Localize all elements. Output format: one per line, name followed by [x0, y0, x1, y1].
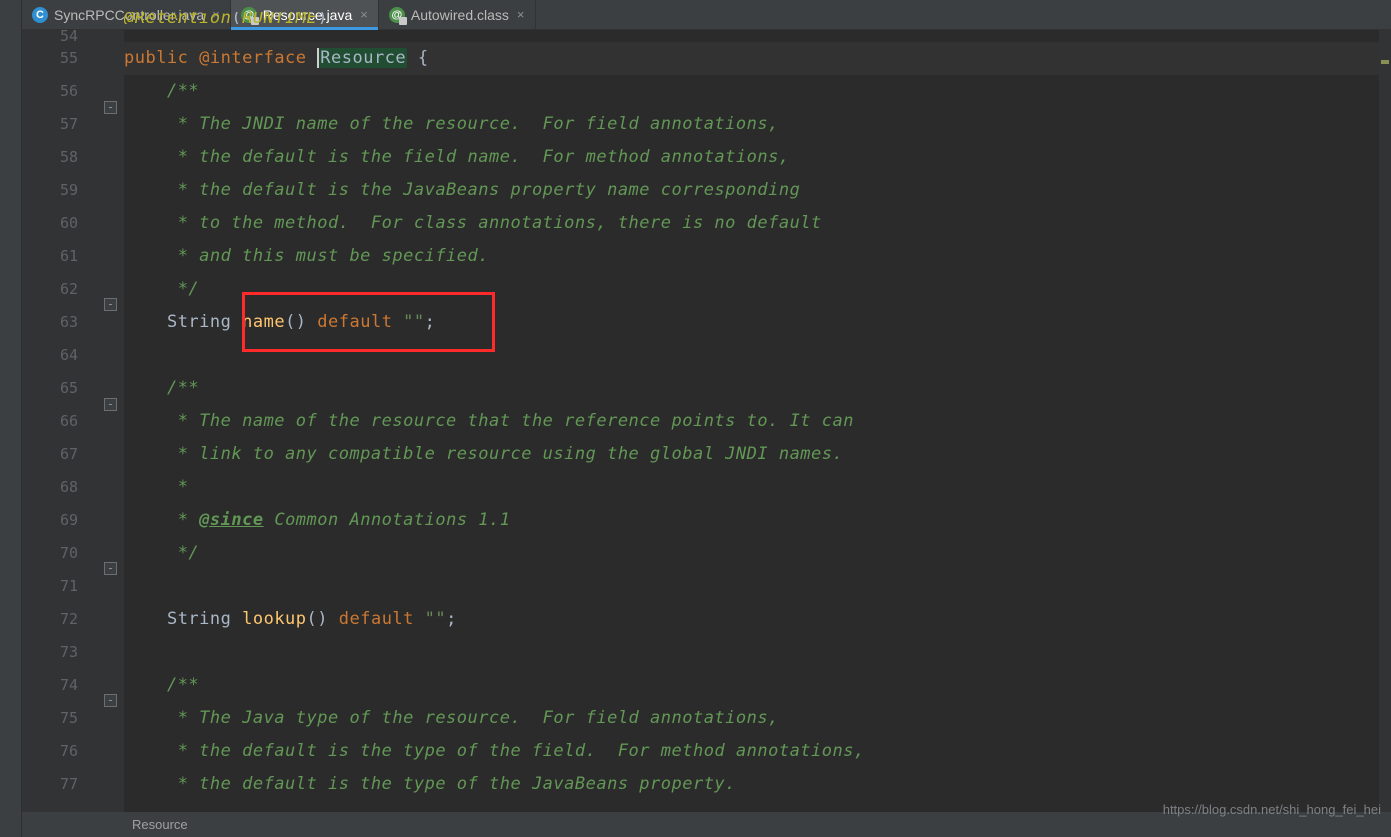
line-number-gutter[interactable]: 54 55 56 57 58 59 60 61 62 63 64 65 66 6…: [22, 30, 100, 812]
code-line: * link to any compatible resource using …: [124, 438, 1391, 471]
code-line: * The name of the resource that the refe…: [124, 405, 1391, 438]
line-number: 72: [22, 603, 78, 636]
fold-toggle-icon[interactable]: −: [104, 562, 117, 575]
code-line: * the default is the field name. For met…: [124, 141, 1391, 174]
code-area[interactable]: @Retention(RUNTIME) public @interface Re…: [124, 30, 1391, 812]
line-number: 74: [22, 669, 78, 702]
line-number: 59: [22, 174, 78, 207]
code-line: [124, 570, 1391, 603]
code-line: [124, 636, 1391, 669]
line-number: 73: [22, 636, 78, 669]
line-number: 56: [22, 75, 78, 108]
line-number: 65: [22, 372, 78, 405]
code-line: * to the method. For class annotations, …: [124, 207, 1391, 240]
line-number: 76: [22, 735, 78, 768]
code-line: * The Java type of the resource. For fie…: [124, 702, 1391, 735]
code-line: @Retention(RUNTIME): [124, 12, 1391, 24]
fold-toggle-icon[interactable]: −: [104, 694, 117, 707]
highlight-box: [242, 292, 495, 352]
line-number: 60: [22, 207, 78, 240]
watermark-text: https://blog.csdn.net/shi_hong_fei_hei: [1163, 802, 1381, 817]
code-line: /**: [124, 372, 1391, 405]
tool-window-strip[interactable]: [0, 0, 22, 837]
code-line: *: [124, 471, 1391, 504]
code-line: */: [124, 537, 1391, 570]
breadcrumb-item[interactable]: Resource: [132, 817, 188, 832]
code-line: * the default is the JavaBeans property …: [124, 174, 1391, 207]
code-line: public @interface Resource {: [124, 42, 1391, 75]
line-number: 57: [22, 108, 78, 141]
line-number: 67: [22, 438, 78, 471]
line-number: 69: [22, 504, 78, 537]
fold-gutter[interactable]: − − − − −: [100, 30, 124, 812]
line-number: 54: [22, 30, 78, 42]
line-number: 68: [22, 471, 78, 504]
fold-toggle-icon[interactable]: −: [104, 101, 117, 114]
line-number: 70: [22, 537, 78, 570]
line-number: 75: [22, 702, 78, 735]
tool-window-button[interactable]: [2, 220, 20, 270]
code-line: String lookup() default "";: [124, 603, 1391, 636]
code-line: /**: [124, 75, 1391, 108]
code-editor[interactable]: 54 55 56 57 58 59 60 61 62 63 64 65 66 6…: [22, 30, 1391, 812]
error-stripe[interactable]: [1379, 30, 1391, 812]
code-line: * and this must be specified.: [124, 240, 1391, 273]
line-number: 55: [22, 42, 78, 75]
line-number: 58: [22, 141, 78, 174]
fold-toggle-icon[interactable]: −: [104, 398, 117, 411]
line-number: 61: [22, 240, 78, 273]
warning-marker[interactable]: [1381, 60, 1389, 64]
fold-toggle-icon[interactable]: −: [104, 298, 117, 311]
code-line: * the default is the type of the field. …: [124, 735, 1391, 768]
code-line: * The JNDI name of the resource. For fie…: [124, 108, 1391, 141]
class-icon: C: [32, 7, 48, 23]
line-number: 71: [22, 570, 78, 603]
code-line: * @since Common Annotations 1.1: [124, 504, 1391, 537]
line-number: 77: [22, 768, 78, 801]
code-line: /**: [124, 669, 1391, 702]
line-number: 62: [22, 273, 78, 306]
code-line: * the default is the type of the JavaBea…: [124, 768, 1391, 801]
line-number: 64: [22, 339, 78, 372]
line-number: 66: [22, 405, 78, 438]
line-number: 63: [22, 306, 78, 339]
